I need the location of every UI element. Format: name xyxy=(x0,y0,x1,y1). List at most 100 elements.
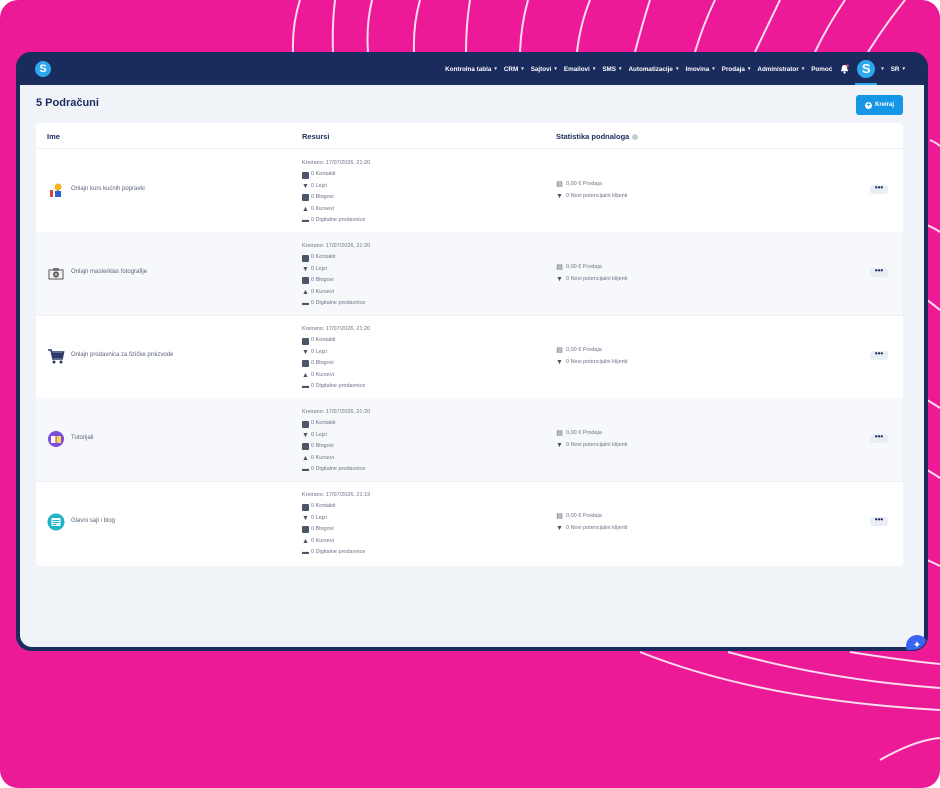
money-icon: ▤ xyxy=(556,181,563,189)
chevron-down-icon: ▾ xyxy=(554,66,557,72)
resources-cell: Kreirano: 17/07/2026, 21:19 0 Kontakti ▼… xyxy=(302,490,370,558)
courses-count: 0 Kursevi xyxy=(311,371,334,378)
contacts-icon xyxy=(302,503,309,511)
row-actions-button[interactable]: ••• xyxy=(870,184,888,194)
language-selector[interactable]: SR ▾ xyxy=(891,66,905,73)
nav-item-dashboard[interactable]: Kontrolna tabla ▾ xyxy=(445,66,497,73)
funnels-count: 0 Lejzi xyxy=(311,182,327,189)
create-button[interactable]: + Kreiraj xyxy=(856,95,903,115)
money-icon: ▤ xyxy=(556,513,563,521)
sales-value: 0,00 € Prodaja xyxy=(566,513,602,519)
sales-value: 0,00 € Prodaja xyxy=(566,347,602,353)
avatar-menu-toggle[interactable]: ▾ xyxy=(878,66,884,72)
resources-cell: Kreirano: 17/07/2026, 21:20 0 Kontakti ▼… xyxy=(302,324,370,392)
subaccount-name[interactable]: Onlajn kurs kućnih popravki xyxy=(71,186,145,192)
row-actions-button[interactable]: ••• xyxy=(870,516,888,526)
stores-count: 0 Digitalne prodavnice xyxy=(311,300,366,307)
contacts-count: 0 Kontakti xyxy=(311,171,336,178)
nav-item-sms[interactable]: SMS ▾ xyxy=(602,66,621,73)
leads-count: 0 Novi potencijalni klijenti xyxy=(566,441,628,448)
blog-icon xyxy=(302,194,309,202)
main-nav: Kontrolna tabla ▾ CRM ▾ Sajtovi ▾ Emailovi ▾… xyxy=(438,53,905,85)
subaccount-name[interactable]: Tutorijali xyxy=(71,435,93,441)
chevron-down-icon: ▾ xyxy=(675,66,679,72)
money-icon: ▤ xyxy=(556,430,563,438)
created-date: Kreirano: 17/07/2026, 21:19 xyxy=(302,492,371,498)
chevron-down-icon: ▾ xyxy=(592,66,596,72)
funnel-icon: ▼ xyxy=(556,524,563,532)
ai-assistant-button[interactable]: ✦ xyxy=(906,635,927,650)
subaccount-name[interactable]: Glavni sajt i blog xyxy=(71,518,115,524)
nav-item-emails[interactable]: Emailovi ▾ xyxy=(564,66,595,73)
bell-icon[interactable] xyxy=(840,64,849,74)
courses-count: 0 Kursevi xyxy=(311,288,334,295)
subaccount-name[interactable]: Onlajn prodavnica za fizičke proizvode xyxy=(71,352,173,358)
funnel-icon: ▼ xyxy=(302,266,309,274)
create-button-label: Kreiraj xyxy=(874,102,894,108)
nav-label: Automatizacije xyxy=(628,65,673,73)
row-actions-button[interactable]: ••• xyxy=(870,350,888,360)
nav-label: Imovina xyxy=(685,65,710,73)
app-window: S Kontrolna tabla ▾ CRM ▾ Sajtovi ▾ Emailov… xyxy=(17,53,927,650)
funnel-icon: ▼ xyxy=(556,358,563,366)
leads-count: 0 Novi potencijalni klijenti xyxy=(566,524,628,531)
nav-label: CRM xyxy=(503,65,519,73)
funnel-icon: ▼ xyxy=(302,183,309,191)
courses-count: 0 Kursevi xyxy=(311,205,334,212)
nav-item-help[interactable]: Pomoć xyxy=(811,66,832,73)
chevron-down-icon: ▾ xyxy=(494,66,497,72)
leads-count: 0 Novi potencijalni klijenti xyxy=(566,192,628,199)
blog-icon xyxy=(302,360,309,368)
created-date: Kreirano: 17/07/2026, 21:20 xyxy=(302,243,371,249)
leads-count: 0 Novi potencijalni klijenti xyxy=(566,275,628,282)
resources-cell: Kreirano: 17/07/2026, 21:20 0 Kontakti ▼… xyxy=(302,158,370,226)
nav-item-sites[interactable]: Sajtovi ▾ xyxy=(531,66,557,73)
info-icon[interactable] xyxy=(632,134,639,141)
app-logo[interactable]: S xyxy=(35,61,51,77)
nav-label: Emailovi xyxy=(563,65,590,73)
column-header-name[interactable]: Ime xyxy=(47,132,60,141)
contacts-count: 0 Kontakti xyxy=(311,503,336,510)
table-row[interactable]: Glavni sajt i blog Kreirano: 17/07/2026,… xyxy=(36,481,903,564)
resources-cell: Kreirano: 17/07/2026, 21:20 0 Kontakti ▼… xyxy=(302,241,370,309)
nav-item-automations[interactable]: Automatizacije ▾ xyxy=(629,66,679,73)
subaccounts-table: Ime Resursi Statistika podnaloga Onlajn … xyxy=(36,123,903,566)
table-row[interactable]: Tutorijali Kreirano: 17/07/2026, 21:20 0… xyxy=(36,398,903,482)
store-icon: ▬ xyxy=(302,549,309,557)
contacts-icon xyxy=(302,337,309,345)
chevron-down-icon: ▾ xyxy=(881,66,884,72)
stores-count: 0 Digitalne prodavnice xyxy=(311,383,366,390)
sales-value: 0,00 € Prodaja xyxy=(566,264,602,270)
stores-count: 0 Digitalne prodavnice xyxy=(311,466,366,473)
stores-count: 0 Digitalne prodavnice xyxy=(311,549,366,556)
stats-cell: ▤ 0,00 € Prodaja ▼ 0 Novi potencijalni kli… xyxy=(556,262,627,285)
created-date: Kreirano: 17/07/2026, 21:20 xyxy=(302,409,371,415)
nav-item-administrator[interactable]: Administrator ▾ xyxy=(757,66,804,73)
sparkle-icon: ✦ xyxy=(912,640,922,650)
created-date: Kreirano: 17/07/2026, 21:20 xyxy=(302,326,371,332)
nav-label: Pomoć xyxy=(811,65,833,73)
table-row[interactable]: Onlajn kurs kućnih popravki Kreirano: 17… xyxy=(36,149,903,233)
page-title: 5 Podračuni xyxy=(36,97,99,109)
table-header: Ime Resursi Statistika podnaloga xyxy=(36,123,903,149)
row-actions-button[interactable]: ••• xyxy=(870,433,888,443)
cart-icon xyxy=(48,349,65,364)
nav-item-assets[interactable]: Imovina ▾ xyxy=(685,66,714,73)
stores-count: 0 Digitalne prodavnice xyxy=(311,217,366,224)
nav-label: SMS xyxy=(602,65,616,73)
table-row[interactable]: Onlajn masterklas fotografije Kreirano: … xyxy=(36,232,903,316)
contacts-count: 0 Kontakti xyxy=(311,254,336,261)
graduation-cap-icon: ▲ xyxy=(302,205,309,213)
chevron-down-icon: ▾ xyxy=(618,66,622,72)
funnels-count: 0 Lejzi xyxy=(311,431,327,438)
chevron-down-icon: ▾ xyxy=(521,66,524,72)
blog-icon xyxy=(302,277,309,285)
subaccount-name[interactable]: Onlajn masterklas fotografije xyxy=(71,269,147,275)
nav-item-sales[interactable]: Prodaja ▾ xyxy=(722,66,751,73)
nav-item-crm[interactable]: CRM ▾ xyxy=(504,66,524,73)
nav-label: Prodaja xyxy=(721,65,745,73)
user-avatar[interactable]: S xyxy=(855,60,878,85)
contacts-icon xyxy=(302,171,309,179)
row-actions-button[interactable]: ••• xyxy=(870,267,888,277)
table-row[interactable]: Onlajn prodavnica za fizičke proizvode K… xyxy=(36,315,903,399)
